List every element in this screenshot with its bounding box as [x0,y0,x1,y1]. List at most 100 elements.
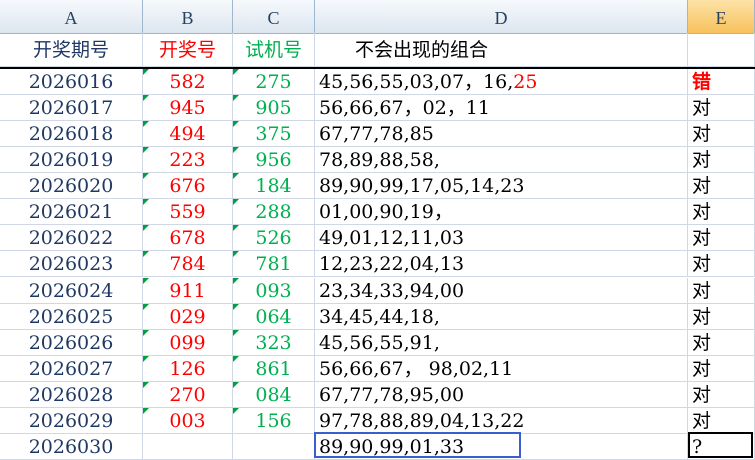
test-cell[interactable] [233,433,315,460]
header-row: 开奖期号 开奖号 试机号 不会出现的组合 [0,33,755,69]
test-cell[interactable]: 323 [233,329,315,356]
period-cell[interactable]: 2026030 [0,433,143,460]
period-cell[interactable]: 2026026 [0,329,143,356]
result-cell[interactable]: 对 [688,173,755,200]
column-header-a[interactable]: A [0,0,143,33]
result-cell[interactable]: 对 [688,407,755,434]
table-row: 2026022 678 526 49,01,12,11,03 对 [0,225,755,252]
combo-text: 45,56,55,03,07，16, [319,71,514,93]
combo-text: 23,34,33,94,00 [319,279,465,302]
draw-cell[interactable]: 126 [143,355,233,382]
table-row: 2026026 099 323 45,56,55,91, 对 [0,329,755,356]
draw-cell[interactable]: 676 [143,173,233,200]
draw-cell[interactable]: 494 [143,121,233,148]
header-test[interactable]: 试机号 [233,33,315,67]
combo-cell[interactable]: 12,23,22,04,13 [315,251,688,278]
column-header-b[interactable]: B [143,0,233,33]
column-headers: A B C D E [0,0,755,34]
header-period[interactable]: 开奖期号 [0,33,143,67]
combo-highlight: 25 [513,71,538,93]
draw-cell[interactable]: 029 [143,303,233,330]
period-cell[interactable]: 2026025 [0,303,143,330]
combo-cell[interactable]: 23,34,33,94,00 [315,277,688,304]
result-cell[interactable]: 对 [688,225,755,252]
combo-text: 45,56,55,91, [319,331,440,354]
test-cell[interactable]: 084 [233,381,315,408]
test-cell[interactable]: 156 [233,407,315,434]
period-cell[interactable]: 2026016 [0,69,143,95]
result-cell[interactable]: 对 [688,251,755,278]
draw-cell[interactable]: 223 [143,147,233,174]
draw-cell[interactable]: 911 [143,277,233,304]
combo-text: 89,90,99,17,05,14,23 [319,175,525,198]
combo-text: 97,78,88,89,04,13,22 [319,409,525,432]
draw-cell[interactable]: 099 [143,329,233,356]
result-cell[interactable]: 对 [688,121,755,148]
period-cell[interactable]: 2026022 [0,225,143,252]
result-cell[interactable]: 对 [688,199,755,226]
table-row: 2026019 223 956 78,89,88,58, 对 [0,147,755,174]
header-combo[interactable]: 不会出现的组合 [315,33,688,67]
result-cell[interactable]: 对 [688,95,755,122]
combo-cell[interactable]: 49,01,12,11,03 [315,225,688,252]
combo-cell[interactable]: 67,77,78,95,00 [315,381,688,408]
test-cell[interactable]: 275 [233,69,315,95]
header-result[interactable] [688,33,755,67]
period-cell[interactable]: 2026018 [0,121,143,148]
test-cell[interactable]: 781 [233,251,315,278]
period-cell[interactable]: 2026023 [0,251,143,278]
test-cell[interactable]: 184 [233,173,315,200]
period-cell[interactable]: 2026017 [0,95,143,122]
combo-cell[interactable]: 67,77,78,85 [315,121,688,148]
result-cell[interactable]: 对 [688,381,755,408]
test-cell[interactable]: 861 [233,355,315,382]
result-cell[interactable]: 对 [688,277,755,304]
draw-cell[interactable]: 003 [143,407,233,434]
column-header-c[interactable]: C [233,0,315,33]
test-cell[interactable]: 375 [233,121,315,148]
draw-cell[interactable]: 945 [143,95,233,122]
draw-cell[interactable]: 270 [143,381,233,408]
table-row: 2026016 582 275 45,56,55,03,07，16,25 错 [0,69,755,95]
combo-cell[interactable]: 45,56,55,91, [315,329,688,356]
draw-cell[interactable] [143,433,233,460]
table-row: 2026028 270 084 67,77,78,95,00 对 [0,381,755,408]
combo-cell[interactable]: 34,45,44,18, [315,303,688,330]
combo-cell[interactable]: 01,00,90,19， [315,199,688,226]
result-cell[interactable]: 对 [688,303,755,330]
result-cell[interactable]: 对 [688,355,755,382]
combo-text: 56,66,67，02，11 [319,97,490,120]
test-cell[interactable]: 064 [233,303,315,330]
period-cell[interactable]: 2026021 [0,199,143,226]
column-header-d[interactable]: D [315,0,688,33]
draw-cell[interactable]: 582 [143,69,233,95]
period-cell[interactable]: 2026020 [0,173,143,200]
combo-text: 34,45,44,18, [319,305,440,328]
header-draw[interactable]: 开奖号 [143,33,233,67]
combo-cell[interactable]: 78,89,88,58, [315,147,688,174]
combo-cell[interactable]: 56,66,67，02，11 [315,95,688,122]
combo-cell[interactable]: 45,56,55,03,07，16,25 [315,69,688,95]
period-cell[interactable]: 2026019 [0,147,143,174]
active-cell[interactable] [688,432,753,458]
test-cell[interactable]: 905 [233,95,315,122]
result-cell[interactable]: 对 [688,147,755,174]
draw-cell[interactable]: 678 [143,225,233,252]
draw-cell[interactable]: 784 [143,251,233,278]
combo-cell[interactable]: 56,66,67， 98,02,11 [315,355,688,382]
period-cell[interactable]: 2026024 [0,277,143,304]
result-cell[interactable]: 对 [688,329,755,356]
period-cell[interactable]: 2026029 [0,407,143,434]
table-row: 2026024 911 093 23,34,33,94,00 对 [0,277,755,304]
combo-cell[interactable]: 89,90,99,17,05,14,23 [315,173,688,200]
test-cell[interactable]: 526 [233,225,315,252]
test-cell[interactable]: 288 [233,199,315,226]
test-cell[interactable]: 956 [233,147,315,174]
test-cell[interactable]: 093 [233,277,315,304]
column-header-e[interactable]: E [688,0,755,33]
period-cell[interactable]: 2026027 [0,355,143,382]
result-cell[interactable]: 错 [688,69,755,95]
period-cell[interactable]: 2026028 [0,381,143,408]
draw-cell[interactable]: 559 [143,199,233,226]
combo-cell[interactable]: 97,78,88,89,04,13,22 [315,407,688,434]
